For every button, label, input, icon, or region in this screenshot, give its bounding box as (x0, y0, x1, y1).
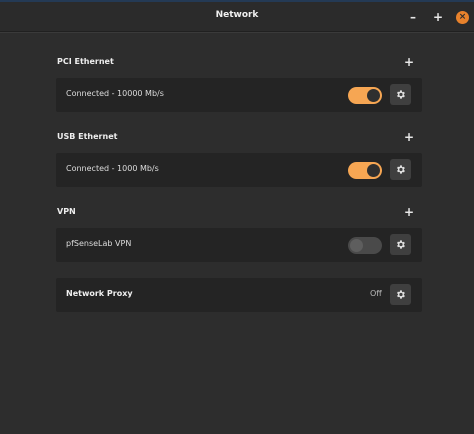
gear-icon (397, 165, 405, 174)
vpn-toggle[interactable] (348, 237, 382, 254)
network-proxy-status: Off (370, 289, 382, 298)
usb-ethernet-row: Connected - 1000 Mb/s (56, 153, 422, 187)
vpn-settings-button[interactable] (390, 234, 411, 255)
toggle-knob (367, 164, 380, 177)
network-content: PCI Ethernet + Connected - 10000 Mb/s US… (0, 33, 474, 434)
network-proxy-label: Network Proxy (66, 289, 133, 298)
pci-ethernet-status: Connected - 10000 Mb/s (66, 89, 164, 98)
usb-ethernet-toggle[interactable] (348, 162, 382, 179)
network-proxy-row[interactable]: Network Proxy Off (56, 278, 422, 312)
pci-ethernet-settings-button[interactable] (390, 84, 411, 105)
network-proxy-settings-button[interactable] (390, 284, 411, 305)
toggle-knob (350, 239, 363, 252)
gear-icon (397, 240, 405, 249)
gear-icon (397, 90, 405, 99)
gear-icon (397, 290, 405, 299)
toggle-knob (367, 89, 380, 102)
header-bar: Network – + × (0, 2, 474, 32)
section-title-pci-ethernet: PCI Ethernet (57, 57, 114, 66)
vpn-row: pfSenseLab VPN (56, 228, 422, 262)
pci-ethernet-row: Connected - 10000 Mb/s (56, 78, 422, 112)
add-pci-ethernet-button[interactable]: + (402, 55, 416, 69)
pci-ethernet-toggle[interactable] (348, 87, 382, 104)
maximize-button[interactable]: + (431, 10, 445, 24)
usb-ethernet-settings-button[interactable] (390, 159, 411, 180)
add-vpn-button[interactable]: + (402, 205, 416, 219)
window-title: Network (215, 10, 259, 20)
vpn-name: pfSenseLab VPN (66, 239, 132, 248)
usb-ethernet-status: Connected - 1000 Mb/s (66, 164, 159, 173)
add-usb-ethernet-button[interactable]: + (402, 130, 416, 144)
section-title-usb-ethernet: USB Ethernet (57, 132, 118, 141)
close-button[interactable]: × (456, 11, 469, 24)
section-title-vpn: VPN (57, 207, 76, 216)
minimize-button[interactable]: – (406, 10, 420, 24)
